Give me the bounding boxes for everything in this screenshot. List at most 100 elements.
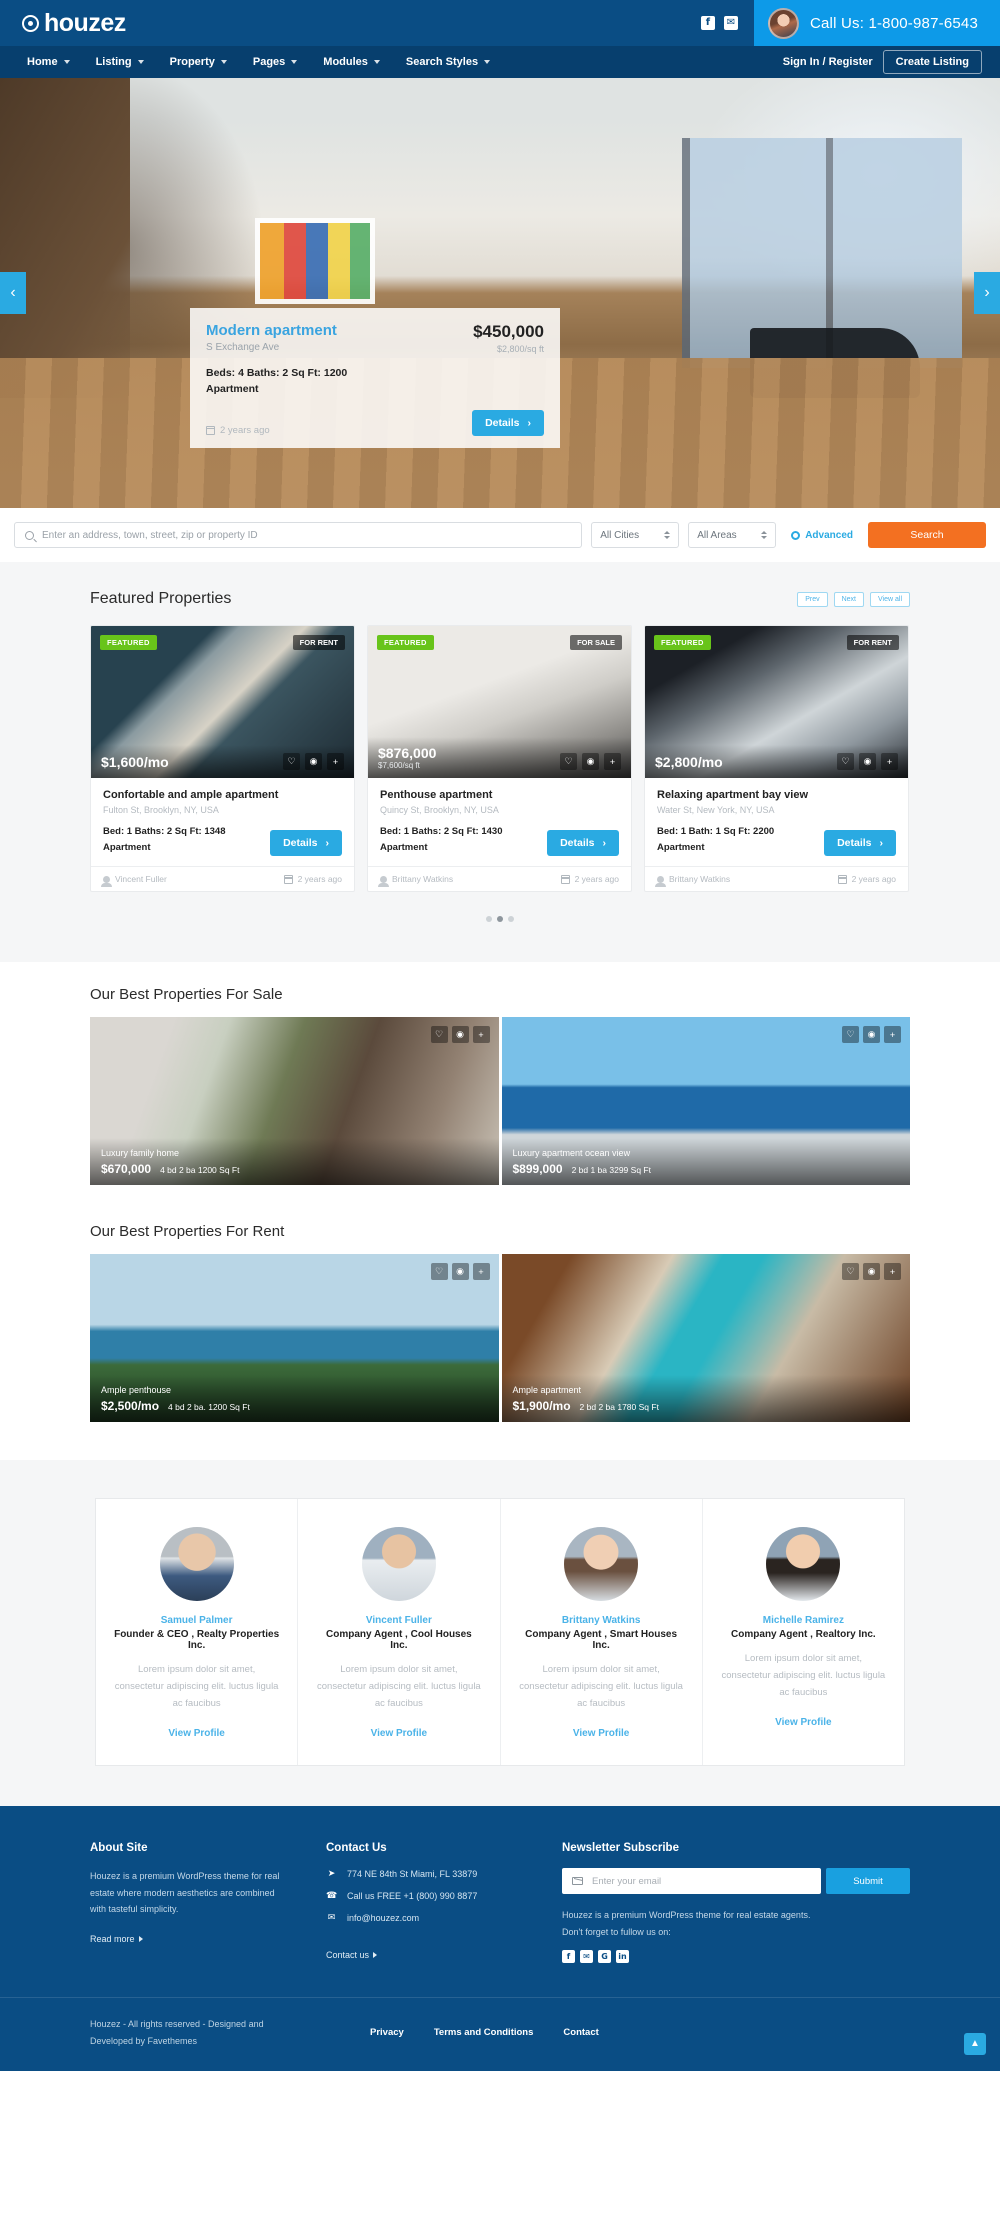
property-title[interactable]: Modern apartment: [206, 322, 337, 339]
nav-item-property[interactable]: Property: [157, 46, 240, 78]
agent-name[interactable]: Samuel Palmer: [114, 1615, 279, 1626]
agent-card[interactable]: Michelle Ramirez Company Agent , Realtor…: [703, 1499, 904, 1765]
hero-property-card[interactable]: Modern apartment S Exchange Ave $450,000…: [190, 308, 560, 448]
twitter-icon[interactable]: ✉: [723, 16, 738, 30]
compare-plus-icon[interactable]: +: [604, 753, 621, 770]
compare-plus-icon[interactable]: +: [881, 753, 898, 770]
city-select-value: All Cities: [600, 529, 640, 541]
calendar-icon: [206, 425, 215, 435]
agent-name[interactable]: Brittany Watkins: [519, 1615, 684, 1626]
read-more-link[interactable]: Read more: [90, 1934, 143, 1944]
contact-us-link[interactable]: Contact us: [326, 1950, 378, 1960]
property-meta-line: Bed: 1 Bath: 1 Sq Ft: 2200: [657, 826, 775, 837]
google-plus-icon[interactable]: G: [598, 1950, 611, 1964]
agents-section: Samuel Palmer Founder & CEO , Realty Pro…: [0, 1460, 1000, 1807]
linkedin-icon[interactable]: in: [616, 1950, 629, 1964]
favorite-icon[interactable]: ♡: [430, 1263, 448, 1281]
agent-name[interactable]: Brittany Watkins: [669, 874, 730, 884]
property-title[interactable]: Penthouse apartment: [380, 789, 619, 801]
footer-newsletter-column: Newsletter Subscribe Enter your email Su…: [562, 1842, 910, 1964]
nav-item-modules[interactable]: Modules: [310, 46, 393, 78]
back-to-top-button[interactable]: ▲: [964, 2032, 986, 2055]
favorite-icon[interactable]: ♡: [837, 753, 854, 770]
agent-card[interactable]: Vincent Fuller Company Agent , Cool Hous…: [298, 1499, 501, 1766]
property-tile[interactable]: ♡ ◉ + Ample apartment $1,900/mo 2 bd 2 b…: [501, 1254, 910, 1423]
view-profile-link[interactable]: View Profile: [573, 1728, 630, 1739]
featured-pager: Prev Next View all: [797, 591, 910, 607]
view-profile-link[interactable]: View Profile: [371, 1728, 428, 1739]
create-listing-button[interactable]: Create Listing: [882, 50, 982, 74]
favorite-icon[interactable]: ♡: [283, 753, 300, 770]
contact-link[interactable]: Contact: [563, 2027, 598, 2038]
city-select[interactable]: All Cities: [591, 522, 680, 548]
email-field[interactable]: Enter your email: [562, 1868, 821, 1895]
details-button[interactable]: Details ›: [547, 830, 619, 857]
search-input[interactable]: Enter an address, town, street, zip or p…: [14, 522, 583, 548]
carousel-dot-active[interactable]: [497, 916, 503, 923]
compare-plus-icon[interactable]: +: [884, 1263, 901, 1281]
next-button[interactable]: Next: [833, 591, 864, 607]
nav-item-search-styles[interactable]: Search Styles: [393, 46, 503, 78]
compare-plus-icon[interactable]: +: [884, 1026, 901, 1044]
carousel-dot[interactable]: [486, 916, 492, 923]
terms-link[interactable]: Terms and Conditions: [434, 2027, 534, 2038]
nav-item-pages[interactable]: Pages: [240, 46, 310, 78]
camera-icon[interactable]: ◉: [859, 753, 876, 770]
camera-icon[interactable]: ◉: [305, 753, 322, 770]
property-title[interactable]: Confortable and ample apartment: [103, 789, 342, 801]
favorite-icon[interactable]: ♡: [560, 753, 577, 770]
prev-button[interactable]: Prev: [797, 591, 828, 607]
compare-plus-icon[interactable]: +: [327, 753, 344, 770]
call-us-block[interactable]: Call Us: 1-800-987-6543: [753, 0, 1000, 46]
submit-button[interactable]: Submit: [826, 1868, 910, 1895]
agent-name[interactable]: Vincent Fuller: [316, 1615, 481, 1626]
carousel-dot[interactable]: [508, 916, 514, 923]
search-button[interactable]: Search: [868, 522, 986, 548]
view-profile-link[interactable]: View Profile: [168, 1728, 225, 1739]
nav-item-listing[interactable]: Listing: [83, 46, 157, 78]
agent-name[interactable]: Michelle Ramirez: [721, 1615, 886, 1626]
property-tile[interactable]: ♡ ◉ + Luxury family home $670,000 4 bd 2…: [90, 1017, 499, 1186]
tile-meta-row: $670,000 4 bd 2 ba 1200 Sq Ft: [101, 1162, 488, 1176]
property-card[interactable]: FEATURED FOR RENT $1,600/mo ♡ ◉ + Confor…: [90, 625, 355, 893]
property-tile[interactable]: ♡ ◉ + Luxury apartment ocean view $899,0…: [501, 1017, 910, 1186]
compare-plus-icon[interactable]: +: [472, 1026, 490, 1044]
twitter-icon[interactable]: ✉: [580, 1950, 593, 1964]
view-all-button[interactable]: View all: [870, 591, 910, 607]
agent-name[interactable]: Brittany Watkins: [392, 874, 453, 884]
property-title[interactable]: Relaxing apartment bay view: [657, 789, 896, 801]
sign-in-register-link[interactable]: Sign In / Register: [783, 56, 873, 68]
slider-prev-button[interactable]: ‹: [0, 272, 26, 314]
facebook-icon[interactable]: f: [700, 16, 715, 30]
agent-card[interactable]: Brittany Watkins Company Agent , Smart H…: [501, 1499, 703, 1766]
contact-email[interactable]: info@houzez.com: [347, 1913, 419, 1923]
details-button[interactable]: Details ›: [824, 830, 896, 857]
property-type: Apartment: [380, 842, 428, 854]
property-card[interactable]: FEATURED FOR SALE $876,000 $7,600/sq ft …: [367, 625, 632, 893]
privacy-link[interactable]: Privacy: [370, 2027, 404, 2038]
agent-description: Lorem ipsum dolor sit amet, consectetur …: [519, 1664, 683, 1709]
property-card[interactable]: FEATURED FOR RENT $2,800/mo ♡ ◉ + Relaxi…: [644, 625, 909, 893]
agent-name[interactable]: Vincent Fuller: [115, 874, 167, 884]
compare-plus-icon[interactable]: +: [472, 1263, 490, 1281]
facebook-icon[interactable]: f: [562, 1950, 575, 1964]
agent-card[interactable]: Samuel Palmer Founder & CEO , Realty Pro…: [96, 1499, 299, 1766]
favorite-icon[interactable]: ♡: [430, 1026, 448, 1044]
camera-icon[interactable]: ◉: [863, 1263, 880, 1281]
details-button[interactable]: Details ›: [472, 409, 544, 436]
nav-item-home[interactable]: Home: [14, 46, 83, 78]
slider-next-button[interactable]: ›: [974, 272, 1000, 314]
camera-icon[interactable]: ◉: [451, 1263, 469, 1281]
property-tile[interactable]: ♡ ◉ + Ample penthouse $2,500/mo 4 bd 2 b…: [90, 1254, 499, 1423]
camera-icon[interactable]: ◉: [863, 1026, 880, 1044]
area-select[interactable]: All Areas: [688, 522, 777, 548]
favorite-icon[interactable]: ♡: [842, 1026, 859, 1044]
advanced-search-toggle[interactable]: Advanced: [785, 530, 859, 541]
details-button[interactable]: Details ›: [270, 830, 342, 857]
card-footer: Vincent Fuller 2 years ago: [91, 866, 354, 891]
camera-icon[interactable]: ◉: [451, 1026, 469, 1044]
view-profile-link[interactable]: View Profile: [775, 1717, 832, 1728]
site-logo[interactable]: houzez: [0, 9, 126, 38]
camera-icon[interactable]: ◉: [582, 753, 599, 770]
favorite-icon[interactable]: ♡: [842, 1263, 859, 1281]
